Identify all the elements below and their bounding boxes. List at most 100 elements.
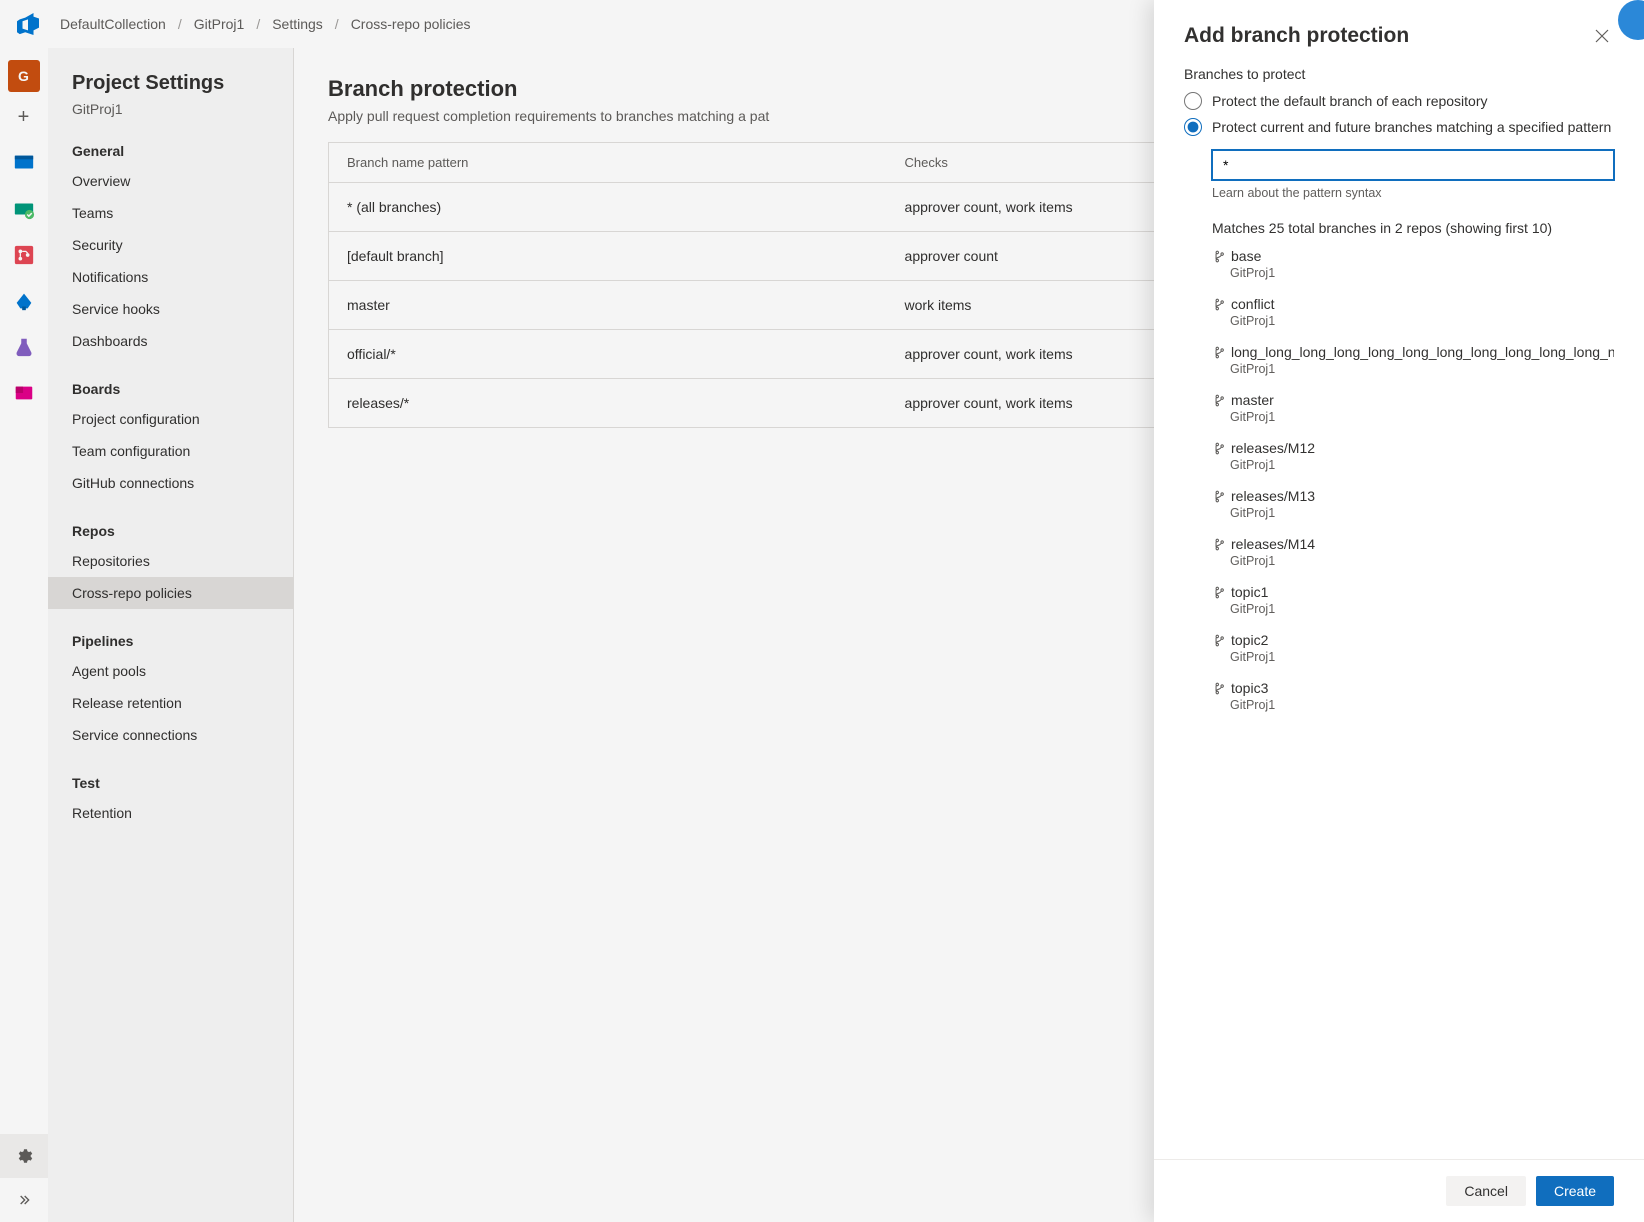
- add-icon[interactable]: +: [18, 106, 30, 129]
- branch-match-item[interactable]: releases/M12 GitProj1: [1212, 432, 1614, 480]
- azure-devops-logo-icon[interactable]: [12, 8, 44, 40]
- nav-release-retention[interactable]: Release retention: [48, 687, 293, 719]
- branch-name: conflict: [1231, 296, 1275, 312]
- breadcrumb-item[interactable]: DefaultCollection: [60, 16, 166, 32]
- branch-icon: [1212, 586, 1225, 599]
- nav-overview[interactable]: Overview: [48, 165, 293, 197]
- breadcrumb: DefaultCollection / GitProj1 / Settings …: [60, 16, 471, 32]
- cell-pattern: master: [329, 281, 887, 330]
- close-button[interactable]: [1590, 24, 1614, 48]
- artifacts-icon[interactable]: [8, 377, 40, 409]
- branch-match-item[interactable]: master GitProj1: [1212, 384, 1614, 432]
- boards-icon[interactable]: [8, 193, 40, 225]
- breadcrumb-item[interactable]: Cross-repo policies: [351, 16, 471, 32]
- nav-security[interactable]: Security: [48, 229, 293, 261]
- expand-rail-icon[interactable]: [0, 1178, 48, 1222]
- branch-repo: GitProj1: [1230, 410, 1614, 424]
- branch-match-item[interactable]: topic3GitProj1: [1212, 672, 1614, 720]
- match-summary: Matches 25 total branches in 2 repos (sh…: [1212, 220, 1614, 236]
- branch-icon: [1212, 250, 1225, 263]
- branch-repo: GitProj1: [1230, 266, 1614, 280]
- settings-icon[interactable]: [0, 1134, 48, 1178]
- branch-match-item[interactable]: releases/M13GitProj1: [1212, 480, 1614, 528]
- branch-name: releases/M13: [1231, 488, 1315, 504]
- section-general: General: [48, 135, 293, 165]
- branch-match-item[interactable]: releases/M14 GitProj1: [1212, 528, 1614, 576]
- branch-icon: [1212, 346, 1225, 359]
- branch-repo: GitProj1: [1230, 554, 1614, 568]
- breadcrumb-sep: /: [178, 16, 182, 32]
- cell-pattern: releases/*: [329, 379, 887, 428]
- settings-sidebar: Project Settings GitProj1 General Overvi…: [48, 48, 294, 1222]
- branches-to-protect-label: Branches to protect: [1184, 66, 1614, 82]
- close-icon: [1594, 28, 1610, 44]
- nav-cross-repo-policies[interactable]: Cross-repo policies: [48, 577, 293, 609]
- branch-icon: [1212, 298, 1225, 311]
- branch-icon: [1212, 538, 1225, 551]
- project-badge[interactable]: G: [8, 60, 40, 92]
- nav-team-config[interactable]: Team configuration: [48, 435, 293, 467]
- branch-match-item[interactable]: long_long_long_long_long_long_long_long_…: [1212, 336, 1614, 384]
- branch-match-item[interactable]: topic2 GitProj1: [1212, 624, 1614, 672]
- nav-agent-pools[interactable]: Agent pools: [48, 655, 293, 687]
- cancel-button[interactable]: Cancel: [1446, 1176, 1526, 1206]
- add-branch-protection-panel: Add branch protection Branches to protec…: [1154, 0, 1644, 1222]
- radio-pattern-label: Protect current and future branches matc…: [1212, 119, 1611, 135]
- section-boards: Boards: [48, 373, 293, 403]
- create-button[interactable]: Create: [1536, 1176, 1614, 1206]
- pattern-syntax-link[interactable]: Learn about the pattern syntax: [1212, 186, 1614, 200]
- col-pattern[interactable]: Branch name pattern: [329, 143, 887, 183]
- branch-repo: GitProj1: [1230, 458, 1614, 472]
- section-pipelines: Pipelines: [48, 625, 293, 655]
- branch-repo: GitProj1: [1230, 650, 1614, 664]
- settings-project: GitProj1: [48, 101, 293, 135]
- branch-name: releases/M12: [1231, 440, 1315, 456]
- branch-name: base: [1231, 248, 1261, 264]
- breadcrumb-item[interactable]: GitProj1: [194, 16, 245, 32]
- section-repos: Repos: [48, 515, 293, 545]
- branch-name: topic3: [1231, 680, 1268, 696]
- test-plans-icon[interactable]: [8, 331, 40, 363]
- radio-default-branch-label: Protect the default branch of each repos…: [1212, 93, 1488, 109]
- branch-pattern-input[interactable]: [1212, 150, 1614, 180]
- branch-icon: [1212, 490, 1225, 503]
- repos-icon[interactable]: [8, 239, 40, 271]
- breadcrumb-item[interactable]: Settings: [272, 16, 323, 32]
- branch-name: topic1: [1231, 584, 1268, 600]
- branch-icon: [1212, 394, 1225, 407]
- nav-project-config[interactable]: Project configuration: [48, 403, 293, 435]
- radio-default-branch[interactable]: [1184, 92, 1202, 110]
- branch-icon: [1212, 634, 1225, 647]
- panel-footer: Cancel Create: [1154, 1159, 1644, 1222]
- left-rail: G +: [0, 48, 48, 1222]
- cell-pattern: * (all branches): [329, 183, 887, 232]
- nav-repositories[interactable]: Repositories: [48, 545, 293, 577]
- branch-repo: GitProj1: [1230, 314, 1614, 328]
- radio-pattern[interactable]: [1184, 118, 1202, 136]
- breadcrumb-sep: /: [335, 16, 339, 32]
- cell-pattern: official/*: [329, 330, 887, 379]
- nav-teams[interactable]: Teams: [48, 197, 293, 229]
- branch-name: releases/M14: [1231, 536, 1315, 552]
- branch-repo: GitProj1: [1230, 362, 1614, 376]
- branch-icon: [1212, 442, 1225, 455]
- branch-match-item[interactable]: topic1 GitProj1: [1212, 576, 1614, 624]
- settings-title: Project Settings: [48, 64, 293, 101]
- branch-name: master: [1231, 392, 1274, 408]
- branch-match-item[interactable]: conflict GitProj1: [1212, 288, 1614, 336]
- branch-icon: [1212, 682, 1225, 695]
- pipelines-icon[interactable]: [8, 285, 40, 317]
- branch-match-item[interactable]: base GitProj1: [1212, 240, 1614, 288]
- nav-service-hooks[interactable]: Service hooks: [48, 293, 293, 325]
- overview-icon[interactable]: [8, 147, 40, 179]
- nav-service-connections[interactable]: Service connections: [48, 719, 293, 751]
- panel-title: Add branch protection: [1184, 24, 1409, 48]
- branch-name: long_long_long_long_long_long_long_long_…: [1231, 344, 1614, 360]
- nav-retention[interactable]: Retention: [48, 797, 293, 829]
- nav-github-connections[interactable]: GitHub connections: [48, 467, 293, 499]
- nav-notifications[interactable]: Notifications: [48, 261, 293, 293]
- branch-repo: GitProj1: [1230, 602, 1614, 616]
- branch-name: topic2: [1231, 632, 1268, 648]
- nav-dashboards[interactable]: Dashboards: [48, 325, 293, 357]
- cell-pattern: [default branch]: [329, 232, 887, 281]
